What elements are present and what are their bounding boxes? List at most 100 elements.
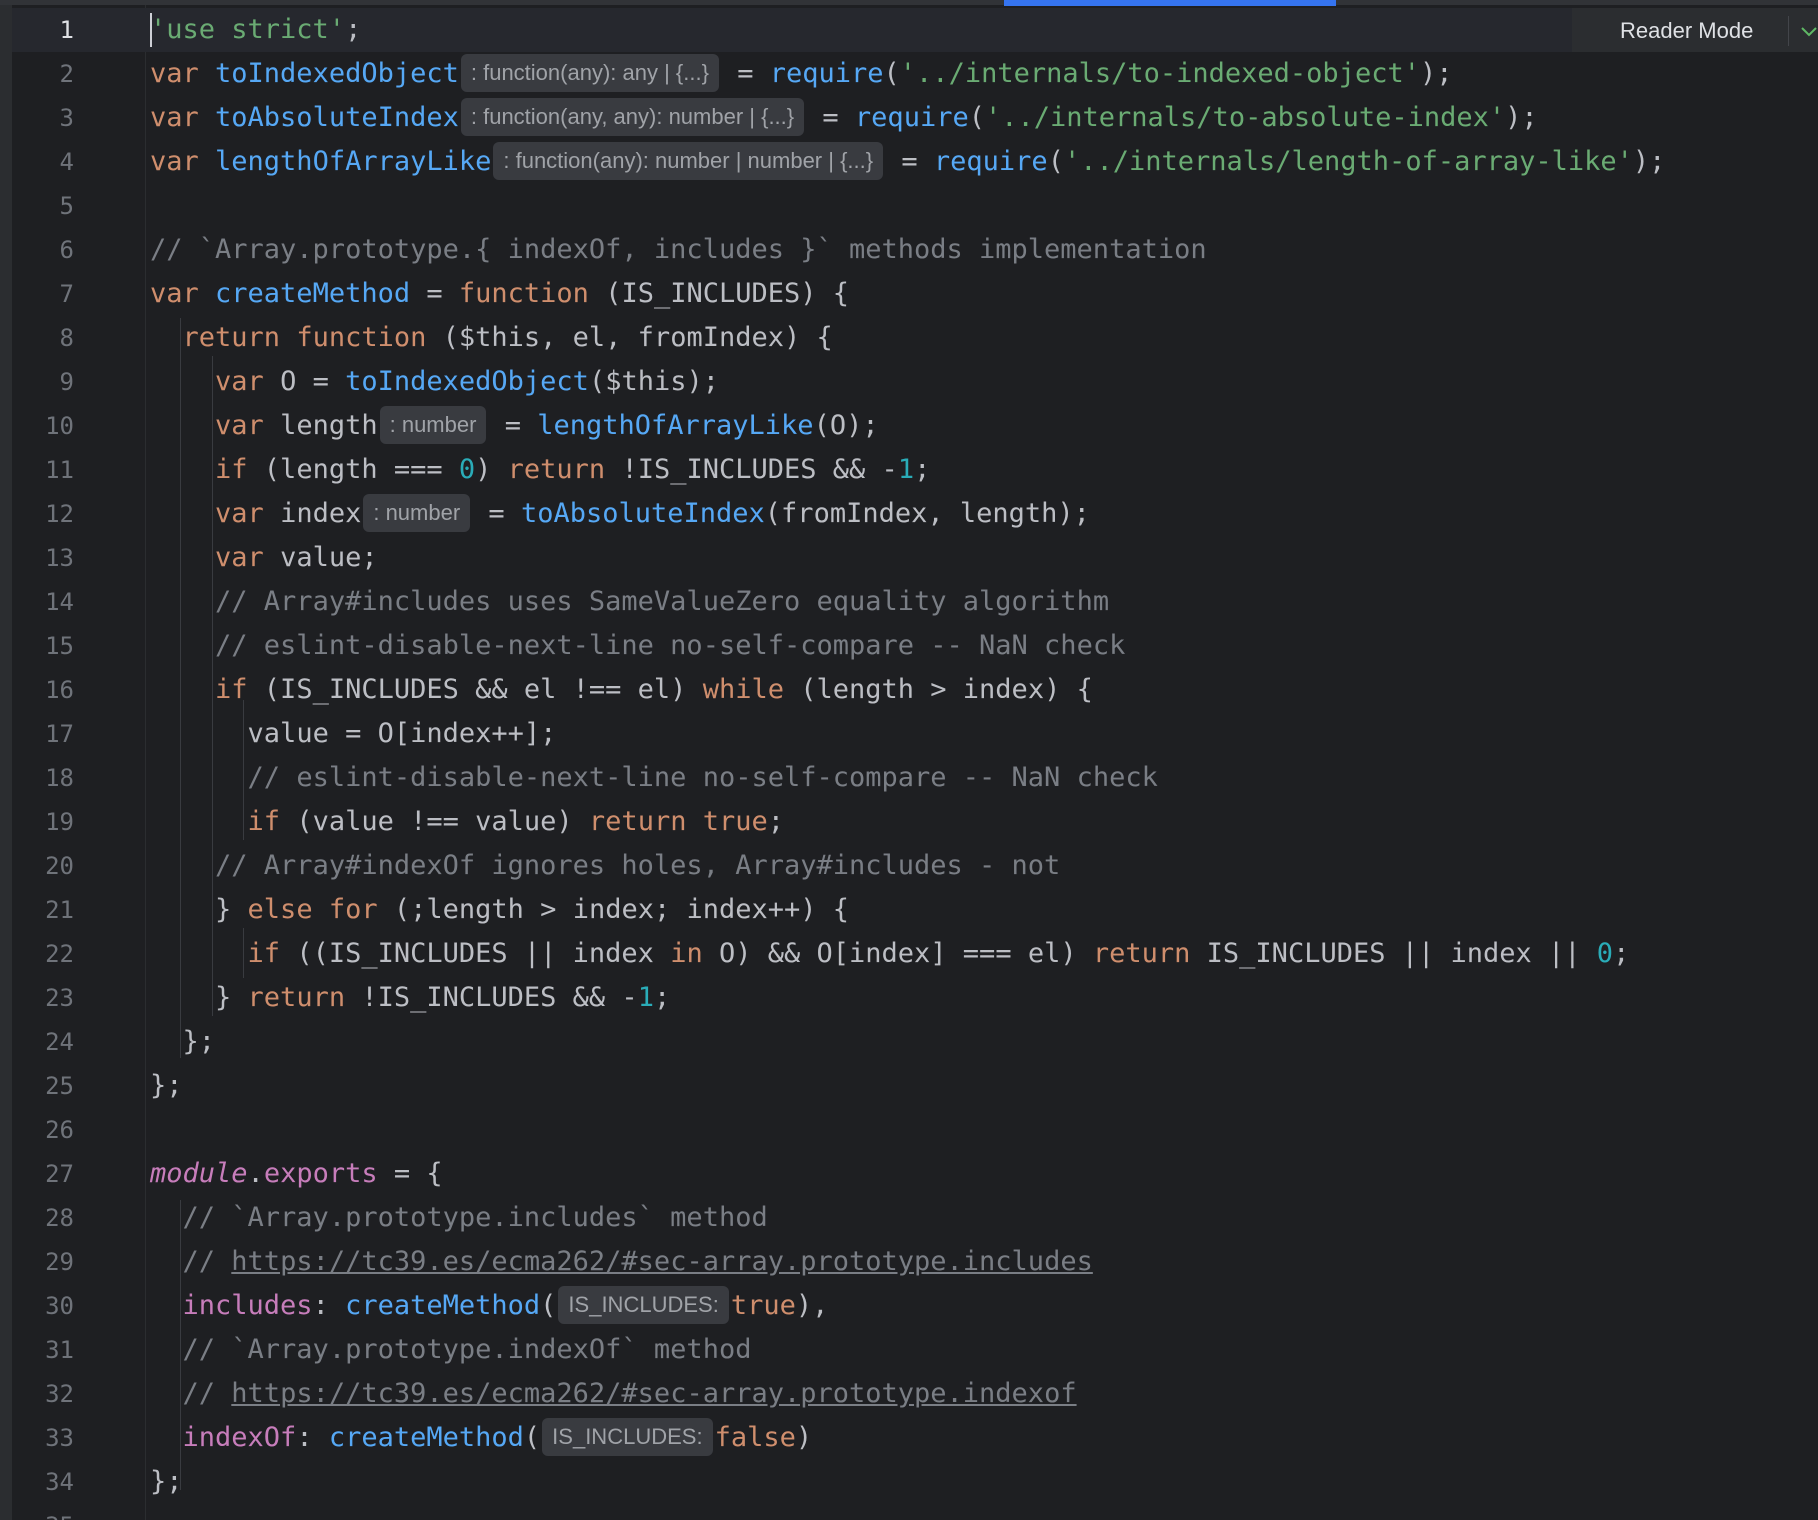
- line-number[interactable]: 17: [12, 712, 74, 756]
- line-number[interactable]: 30: [12, 1284, 74, 1328]
- code-line-6[interactable]: // `Array.prototype.{ indexOf, includes …: [150, 228, 1207, 272]
- punctuation: ;: [1613, 938, 1630, 969]
- comment: // Array#indexOf ignores holes, Array#in…: [215, 850, 1061, 881]
- line-number[interactable]: 5: [12, 184, 74, 228]
- code-line-4[interactable]: var lengthOfArrayLike: function(any): nu…: [150, 140, 1665, 184]
- code-line-17[interactable]: value = O[index++];: [150, 712, 557, 756]
- type-inlay-hint[interactable]: : function(any, any): number | {...}: [460, 97, 805, 136]
- code-text: (;length > index; index++) {: [377, 894, 850, 925]
- code-text: ): [475, 454, 508, 485]
- check-icon[interactable]: [1800, 22, 1818, 40]
- line-number[interactable]: 16: [12, 668, 74, 712]
- line-number[interactable]: 13: [12, 536, 74, 580]
- code-line-11[interactable]: if (length === 0) return !IS_INCLUDES &&…: [150, 448, 930, 492]
- code-line-12[interactable]: var index: number = toAbsoluteIndex(from…: [150, 492, 1090, 536]
- code-line-19[interactable]: if (value !== value) return true;: [150, 800, 784, 844]
- line-number[interactable]: 19: [12, 800, 74, 844]
- code-line-27[interactable]: module.exports = {: [150, 1152, 443, 1196]
- line-number[interactable]: 8: [12, 316, 74, 360]
- spec-link[interactable]: https://tc39.es/ecma262/#sec-array.proto…: [231, 1246, 1093, 1277]
- line-number[interactable]: 33: [12, 1416, 74, 1460]
- line-number[interactable]: 27: [12, 1152, 74, 1196]
- line-number[interactable]: 3: [12, 96, 74, 140]
- function-call: toAbsoluteIndex: [520, 498, 765, 529]
- code-line-33[interactable]: indexOf: createMethod(IS_INCLUDES: false): [150, 1416, 812, 1460]
- code-line-15[interactable]: // eslint-disable-next-line no-self-comp…: [150, 624, 1125, 668]
- code-line-25[interactable]: };: [150, 1064, 183, 1108]
- line-number[interactable]: 7: [12, 272, 74, 316]
- require-call: require: [933, 146, 1048, 177]
- code-line-9[interactable]: var O = toIndexedObject($this);: [150, 360, 719, 404]
- code-line-10[interactable]: var length: number = lengthOfArrayLike(O…: [150, 404, 879, 448]
- code-line-28[interactable]: // `Array.prototype.includes` method: [150, 1196, 768, 1240]
- code-line-21[interactable]: } else for (;length > index; index++) {: [150, 888, 849, 932]
- line-number[interactable]: 1: [12, 8, 74, 52]
- module-identifier: module: [150, 1158, 248, 1189]
- line-number[interactable]: 28: [12, 1196, 74, 1240]
- type-inlay-hint[interactable]: : number: [363, 493, 471, 532]
- code-text: O =: [280, 366, 346, 397]
- line-number[interactable]: 18: [12, 756, 74, 800]
- line-number[interactable]: 25: [12, 1064, 74, 1108]
- line-number[interactable]: 6: [12, 228, 74, 272]
- code-line-34[interactable]: };: [150, 1460, 183, 1504]
- code-line-22[interactable]: if ((IS_INCLUDES || index in O) && O[ind…: [150, 932, 1630, 976]
- reader-mode-separator: [1788, 16, 1789, 46]
- code-line-24[interactable]: };: [150, 1020, 216, 1064]
- parameter-inlay-hint[interactable]: IS_INCLUDES:: [558, 1285, 729, 1324]
- punctuation: ),: [795, 1290, 829, 1321]
- code-line-31[interactable]: // `Array.prototype.indexOf` method: [150, 1328, 752, 1372]
- code-line-32[interactable]: // https://tc39.es/ecma262/#sec-array.pr…: [150, 1372, 1077, 1416]
- operator: =: [488, 410, 538, 441]
- keyword-var: var: [150, 102, 216, 133]
- line-number[interactable]: 35: [12, 1504, 74, 1520]
- punctuation: (: [883, 58, 900, 89]
- line-number[interactable]: 14: [12, 580, 74, 624]
- reader-mode-button[interactable]: Reader Mode: [1620, 13, 1753, 49]
- line-number[interactable]: 15: [12, 624, 74, 668]
- line-number[interactable]: 11: [12, 448, 74, 492]
- code-line-14[interactable]: // Array#includes uses SameValueZero equ…: [150, 580, 1109, 624]
- code-line-16[interactable]: if (IS_INCLUDES && el !== el) while (len…: [150, 668, 1093, 712]
- line-number[interactable]: 21: [12, 888, 74, 932]
- code-line-20[interactable]: // Array#indexOf ignores holes, Array#in…: [150, 844, 1060, 888]
- line-number[interactable]: 26: [12, 1108, 74, 1152]
- tool-window-strip: [0, 0, 12, 1520]
- line-number[interactable]: 31: [12, 1328, 74, 1372]
- line-number[interactable]: 10: [12, 404, 74, 448]
- code-line-3[interactable]: var toAbsoluteIndex: function(any, any):…: [150, 96, 1538, 140]
- line-number[interactable]: 9: [12, 360, 74, 404]
- line-number[interactable]: 24: [12, 1020, 74, 1064]
- line-number[interactable]: 4: [12, 140, 74, 184]
- line-number[interactable]: 2: [12, 52, 74, 96]
- punctuation: ;: [767, 806, 785, 837]
- keyword-false: false: [714, 1422, 796, 1453]
- type-inlay-hint[interactable]: : function(any): number | number | {...}: [493, 141, 884, 180]
- type-inlay-hint[interactable]: : number: [379, 405, 487, 444]
- spec-link[interactable]: https://tc39.es/ecma262/#sec-array.proto…: [231, 1378, 1076, 1409]
- line-number[interactable]: 29: [12, 1240, 74, 1284]
- code-line-23[interactable]: } return !IS_INCLUDES && -1;: [150, 976, 670, 1020]
- code-line-2[interactable]: var toIndexedObject: function(any): any …: [150, 52, 1452, 96]
- code-line-18[interactable]: // eslint-disable-next-line no-self-comp…: [150, 756, 1158, 800]
- code-line-29[interactable]: // https://tc39.es/ecma262/#sec-array.pr…: [150, 1240, 1093, 1284]
- line-number[interactable]: 34: [12, 1460, 74, 1504]
- code-line-7[interactable]: var createMethod = function (IS_INCLUDES…: [150, 272, 849, 316]
- code-line-30[interactable]: includes: createMethod(IS_INCLUDES: true)…: [150, 1284, 828, 1328]
- line-number[interactable]: 22: [12, 932, 74, 976]
- code-line-13[interactable]: var value;: [150, 536, 378, 580]
- type-inlay-hint[interactable]: : function(any): any | {...}: [460, 53, 719, 92]
- line-number[interactable]: 32: [12, 1372, 74, 1416]
- line-number[interactable]: 20: [12, 844, 74, 888]
- line-number[interactable]: 12: [12, 492, 74, 536]
- code-editor[interactable]: Reader Mode 1 2 3 4 5 6 7 8 9 10 11 12 13 14 15 16 17 18 1…: [0, 0, 1818, 1520]
- parameter-inlay-hint[interactable]: IS_INCLUDES:: [542, 1417, 713, 1456]
- code-line-8[interactable]: return function ($this, el, fromIndex) {: [150, 316, 833, 360]
- code-line-1[interactable]: 'use strict';: [150, 8, 361, 52]
- line-number[interactable]: 23: [12, 976, 74, 1020]
